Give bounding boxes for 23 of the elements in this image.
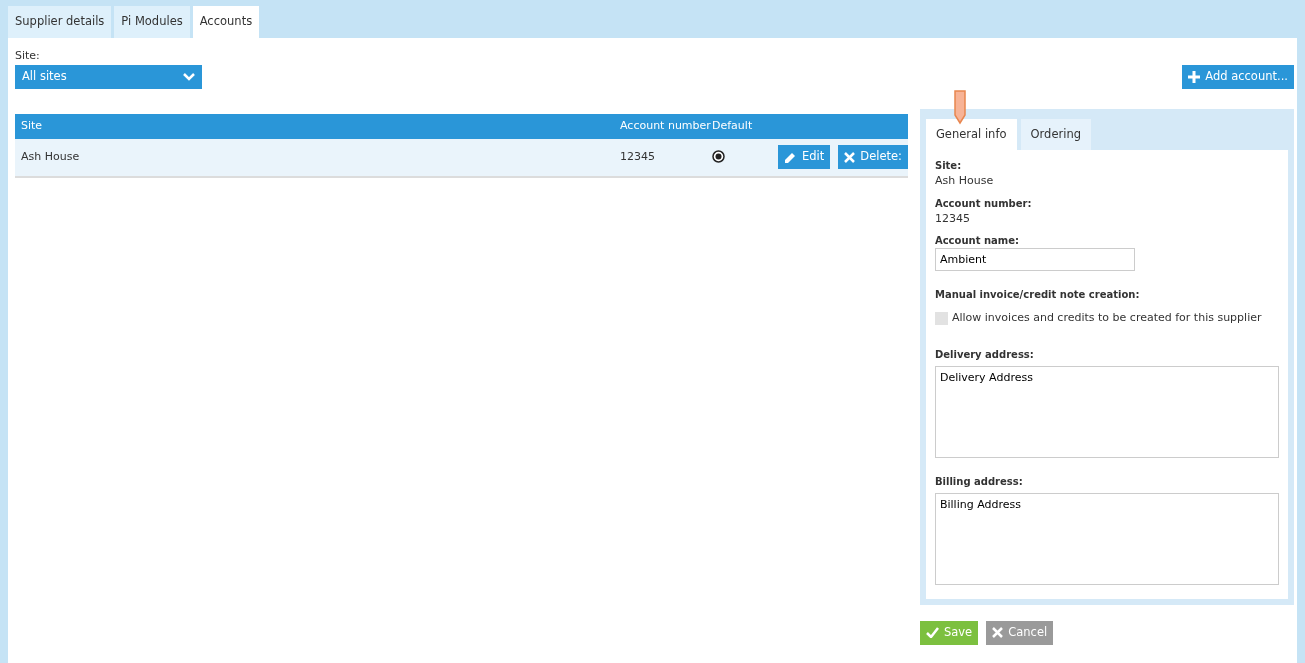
table-cell-text: Ash House [20,148,81,165]
column-header: Site [20,117,44,134]
tab[interactable]: Accounts [192,6,260,38]
field-label: Delivery address: [934,347,1035,362]
field-label: Site: [15,48,41,64]
field-label: Billing address: [934,474,1024,489]
column-header: Default [712,117,754,134]
field-value: Ash House [934,173,995,189]
account-name-field[interactable]: Ambient [934,248,1135,271]
tab[interactable]: General info [925,119,1017,150]
delivery-address-field[interactable]: Delivery Address [934,365,1279,458]
field-label: Account name: [934,234,1020,248]
field-label: Site: [934,159,963,173]
tab[interactable]: Supplier details [8,6,112,38]
tab[interactable]: Ordering [1020,119,1091,150]
checkbox-label: Allow invoices and credits to be created for this supplier [951,310,1262,326]
billing-address-field[interactable]: Billing Address [934,492,1279,585]
field-label: Account number: [934,196,1033,211]
column-header: Account number [620,117,712,134]
tab[interactable]: Pi Modules [114,6,190,38]
field-value: 12345 [934,210,971,227]
field-label: Manual invoice/credit note creation: [934,288,1141,302]
table-cell-text: 12345 [620,148,656,165]
